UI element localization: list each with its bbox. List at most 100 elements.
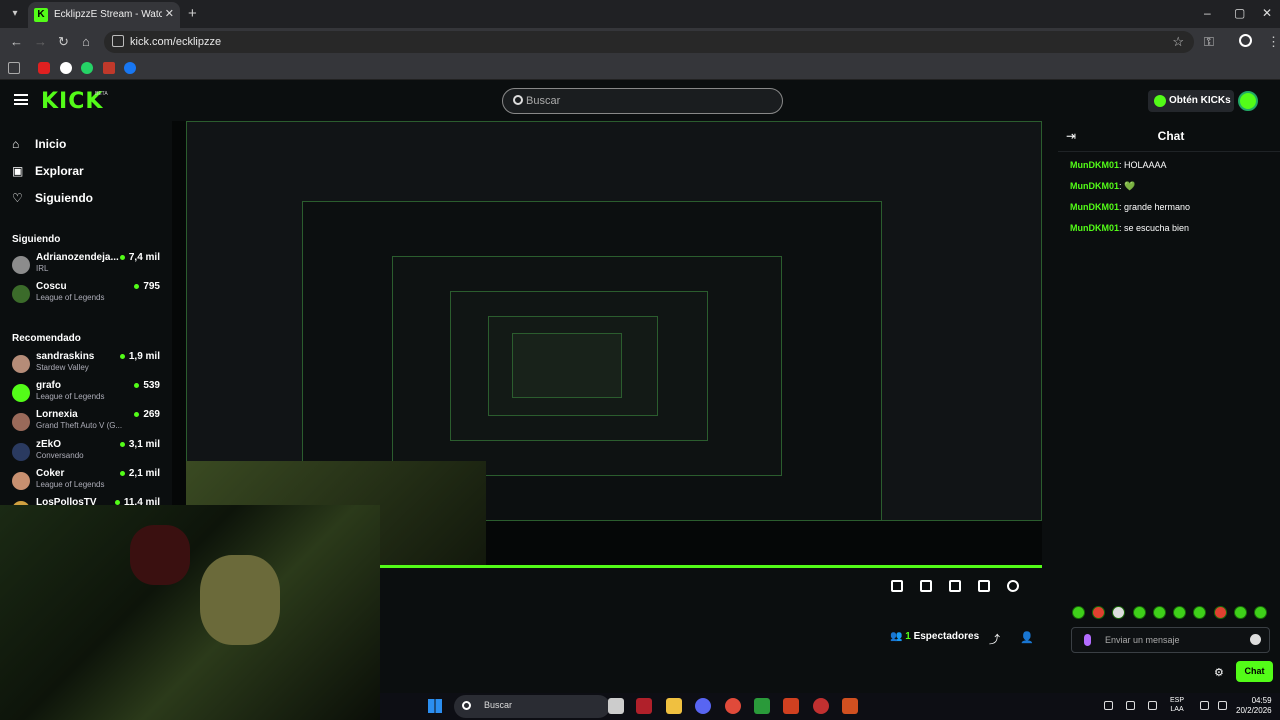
chrome-icon[interactable] — [725, 698, 741, 714]
tray-network-icon[interactable] — [1126, 701, 1135, 710]
channel-viewers: 1,9 mil — [120, 351, 160, 362]
nested-screen-frame — [512, 333, 622, 398]
sidebar-channel[interactable]: sandraskins Stardew Valley 1,9 mil — [12, 351, 162, 379]
app-icon[interactable] — [754, 698, 770, 714]
tray-mic-icon[interactable] — [1148, 701, 1157, 710]
emote-icon[interactable] — [1254, 606, 1267, 619]
new-tab-icon[interactable]: + — [188, 5, 197, 22]
whatsapp-bookmark-icon[interactable] — [81, 62, 93, 74]
emoji-picker-icon[interactable] — [1250, 634, 1261, 645]
menu-kebab-icon[interactable]: ⋮ — [1267, 34, 1280, 50]
viewer-count: 👥 1 Espectadores — [890, 631, 979, 642]
player-controls — [880, 580, 1040, 596]
mic-icon[interactable] — [1084, 634, 1091, 646]
sidebar-channel[interactable]: Coscu League of Legends 795 — [12, 281, 162, 309]
reload-icon[interactable]: ↻ — [58, 34, 69, 50]
emote-icon[interactable] — [1092, 606, 1105, 619]
tray-clock[interactable]: 04:59 20/2/2026 — [1236, 696, 1272, 716]
chat-message-input[interactable]: Enviar un mensaje — [1071, 627, 1270, 653]
app-icon[interactable] — [636, 698, 652, 714]
channel-avatar — [12, 443, 30, 461]
forward-icon[interactable]: → — [34, 34, 47, 49]
beta-badge: BETA — [95, 91, 108, 97]
emote-icon[interactable] — [1214, 606, 1227, 619]
windows-start-icon[interactable] — [428, 699, 442, 713]
taskbar-search[interactable]: Buscar — [454, 695, 610, 718]
pip-icon[interactable] — [891, 580, 903, 592]
game-app-icon[interactable] — [842, 698, 858, 714]
emote-icon[interactable] — [1133, 606, 1146, 619]
maximize-icon[interactable]: ▢ — [1234, 6, 1245, 20]
tab-search-icon[interactable]: ▾ — [6, 5, 24, 23]
fullscreen-icon[interactable] — [978, 580, 990, 592]
chat-send-button[interactable]: Chat — [1236, 661, 1273, 682]
chat-username[interactable]: MunDKM01 — [1070, 202, 1119, 212]
url-field[interactable]: kick.com/ecklipzze ☆ — [104, 31, 1194, 53]
sidebar-channel[interactable]: Lornexia Grand Theft Auto V (G... 269 — [12, 409, 162, 437]
follow-user-icon[interactable]: 👤 — [1020, 631, 1034, 644]
youtube-bookmark-icon[interactable] — [38, 62, 50, 74]
theater-mode-icon[interactable] — [949, 580, 961, 592]
channel-viewers: 3,1 mil — [120, 439, 160, 450]
game-app-icon[interactable] — [813, 698, 829, 714]
channel-avatar — [12, 384, 30, 402]
clip-icon[interactable] — [920, 580, 932, 592]
tray-volume-icon[interactable] — [1218, 701, 1227, 710]
gmail-bookmark-icon[interactable] — [103, 62, 115, 74]
tray-chevron-icon[interactable] — [1104, 701, 1113, 710]
channel-viewers: 7,4 mil — [120, 252, 160, 263]
kick-favicon-icon: K — [34, 8, 48, 22]
task-view-icon[interactable] — [608, 698, 624, 714]
channel-avatar — [12, 285, 30, 303]
chat-username[interactable]: MunDKM01 — [1070, 181, 1119, 191]
share-icon[interactable]: ⤴ — [989, 631, 1000, 647]
hamburger-menu-icon[interactable] — [14, 94, 28, 105]
video-player[interactable] — [172, 121, 1042, 568]
sidebar-channel[interactable]: Coker League of Legends 2,1 mil — [12, 468, 162, 496]
chat-username[interactable]: MunDKM01 — [1070, 160, 1119, 170]
emote-icon[interactable] — [1193, 606, 1206, 619]
sidebar-channel[interactable]: grafo League of Legends 539 — [12, 380, 162, 408]
chat-text: 💚 — [1124, 181, 1136, 191]
channel-avatar — [12, 472, 30, 490]
tab-close-icon[interactable]: ✕ — [165, 7, 174, 20]
live-progress-bar[interactable] — [380, 565, 1042, 568]
google-bookmark-icon[interactable] — [60, 62, 72, 74]
get-kicks-button[interactable]: Obtén KICKs — [1148, 90, 1234, 112]
sidebar-channel[interactable]: Adrianozendeja... IRL 7,4 mil — [12, 252, 162, 280]
chat-username[interactable]: MunDKM01 — [1070, 223, 1119, 233]
emote-icon[interactable] — [1173, 606, 1186, 619]
address-bar: ← → ↻ ⌂ kick.com/ecklipzze ☆ ⚿ ⋮ — [0, 28, 1280, 56]
chat-settings-icon[interactable]: ⚙ — [1214, 666, 1224, 679]
emote-icon[interactable] — [1153, 606, 1166, 619]
bookmark-star-icon[interactable]: ☆ — [1172, 34, 1184, 50]
browser-tab[interactable]: K EcklipzzE Stream - Watch Live o ✕ — [28, 2, 180, 28]
apps-grid-icon[interactable] — [8, 62, 20, 74]
facebook-bookmark-icon[interactable] — [124, 62, 136, 74]
channel-category: Grand Theft Auto V (G... — [36, 421, 123, 430]
minimize-icon[interactable]: – — [1204, 6, 1211, 20]
get-kicks-label: Obtén KICKs — [1169, 95, 1231, 106]
discord-icon[interactable] — [695, 698, 711, 714]
home-browser-icon[interactable]: ⌂ — [82, 34, 90, 49]
tray-language[interactable]: ESP LAA — [1170, 696, 1184, 714]
back-icon[interactable]: ← — [10, 34, 23, 49]
search-input[interactable]: Buscar — [502, 88, 783, 114]
channel-category: League of Legends — [36, 293, 105, 302]
profile-icon[interactable] — [1239, 34, 1252, 47]
nav-label: Inicio — [35, 137, 67, 151]
close-window-icon[interactable]: ✕ — [1262, 6, 1272, 20]
emote-icon[interactable] — [1234, 606, 1247, 619]
emote-icon[interactable] — [1072, 606, 1085, 619]
emote-icon[interactable] — [1112, 606, 1125, 619]
settings-gear-icon[interactable] — [1007, 580, 1019, 592]
password-key-icon[interactable]: ⚿ — [1204, 34, 1214, 50]
file-explorer-icon[interactable] — [666, 698, 682, 714]
chat-placeholder: Enviar un mensaje — [1105, 635, 1180, 645]
user-avatar[interactable] — [1238, 91, 1258, 111]
site-info-icon[interactable] — [112, 35, 124, 47]
game-app-icon[interactable] — [783, 698, 799, 714]
chat-text: HOLAAAA — [1124, 160, 1167, 170]
tray-wifi-icon[interactable] — [1200, 701, 1209, 710]
sidebar-channel[interactable]: zEkO Conversando 3,1 mil — [12, 439, 162, 467]
